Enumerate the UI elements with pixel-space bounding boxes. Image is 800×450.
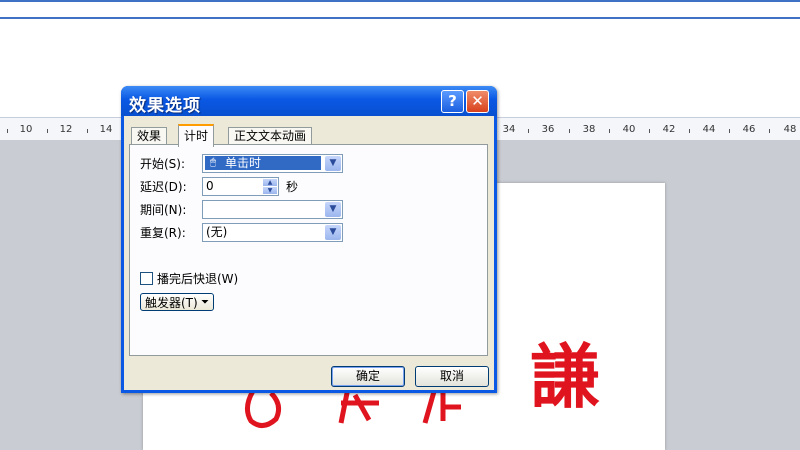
ruler-tick bbox=[7, 129, 8, 133]
dialog-body: 效果 计时 正文文本动画 开始(S): 🖱 单击时 ▼ 延迟(D): 0 ▲ ▼… bbox=[124, 116, 494, 390]
ruler-number: 46 bbox=[742, 124, 756, 135]
chevron-down-icon[interactable]: ▼ bbox=[325, 225, 341, 240]
mouse-click-icon: 🖱 bbox=[210, 157, 216, 168]
close-icon: ✕ bbox=[471, 92, 484, 110]
ruler-number: 34 bbox=[502, 124, 516, 135]
repeat-select[interactable]: (无) ▼ bbox=[202, 223, 343, 242]
start-selected-value: 🖱 单击时 bbox=[205, 156, 321, 170]
spin-up-icon[interactable]: ▲ bbox=[263, 179, 277, 186]
timing-panel: 开始(S): 🖱 单击时 ▼ 延迟(D): 0 ▲ ▼ 秒 期间(N): ▼ 重… bbox=[129, 144, 488, 356]
ruler-number: 10 bbox=[19, 124, 33, 135]
ok-button[interactable]: 确定 bbox=[331, 366, 405, 387]
ruler-number: 12 bbox=[59, 124, 73, 135]
start-select[interactable]: 🖱 单击时 ▼ bbox=[202, 154, 343, 173]
effect-options-dialog: 效果选项 ? ✕ 效果 计时 正文文本动画 开始(S): 🖱 单击时 ▼ 延迟(… bbox=[121, 86, 497, 393]
close-button[interactable]: ✕ bbox=[466, 90, 489, 113]
ruler-number: 14 bbox=[99, 124, 113, 135]
ruler-tick bbox=[769, 129, 770, 133]
dialog-title: 效果选项 bbox=[129, 96, 201, 116]
help-icon: ? bbox=[448, 92, 457, 110]
tab-text-animation[interactable]: 正文文本动画 bbox=[228, 127, 313, 145]
duration-label: 期间(N): bbox=[140, 203, 187, 217]
ruler-tick bbox=[87, 129, 88, 133]
ruler-tick bbox=[609, 129, 610, 133]
start-label: 开始(S): bbox=[140, 157, 186, 171]
ribbon-divider bbox=[0, 17, 800, 19]
ruler-tick bbox=[528, 129, 529, 133]
ruler-number: 42 bbox=[662, 124, 676, 135]
delay-label: 延迟(D): bbox=[140, 180, 187, 194]
chevron-down-icon[interactable]: ▼ bbox=[325, 202, 341, 217]
tab-timing[interactable]: 计时 bbox=[178, 124, 215, 147]
start-value: 单击时 bbox=[225, 156, 262, 170]
help-button[interactable]: ? bbox=[441, 90, 464, 113]
trigger-button[interactable]: 触发器(T) ⏷ bbox=[140, 293, 214, 311]
double-chevron-down-icon: ⏷ bbox=[201, 297, 209, 308]
repeat-label: 重复(R): bbox=[140, 226, 186, 240]
seal-character: 謙 bbox=[530, 335, 600, 418]
tab-effect[interactable]: 效果 bbox=[131, 127, 168, 145]
delay-spinner[interactable]: 0 ▲ ▼ bbox=[202, 177, 279, 196]
window-top-border bbox=[0, 0, 800, 2]
ruler-number: 40 bbox=[622, 124, 636, 135]
ruler-tick bbox=[689, 129, 690, 133]
delay-unit: 秒 bbox=[286, 180, 299, 194]
ruler-number: 38 bbox=[582, 124, 596, 135]
duration-select[interactable]: ▼ bbox=[202, 200, 343, 219]
ruler-tick bbox=[729, 129, 730, 133]
ruler-number: 44 bbox=[702, 124, 716, 135]
ruler-tick bbox=[649, 129, 650, 133]
rewind-label: 播完后快退(W) bbox=[157, 272, 239, 286]
ruler-number: 48 bbox=[783, 124, 797, 135]
dialog-titlebar[interactable]: 效果选项 ? ✕ bbox=[121, 86, 497, 116]
chevron-down-icon[interactable]: ▼ bbox=[325, 156, 341, 171]
rewind-checkbox[interactable] bbox=[140, 272, 153, 285]
spin-down-icon[interactable]: ▼ bbox=[263, 187, 277, 194]
ruler-number: 36 bbox=[541, 124, 555, 135]
repeat-value: (无) bbox=[206, 225, 228, 239]
ruler-tick bbox=[47, 129, 48, 133]
delay-value: 0 bbox=[206, 179, 214, 193]
trigger-label: 触发器(T) bbox=[145, 296, 198, 310]
cancel-button[interactable]: 取消 bbox=[415, 366, 489, 387]
ruler-tick bbox=[569, 129, 570, 133]
